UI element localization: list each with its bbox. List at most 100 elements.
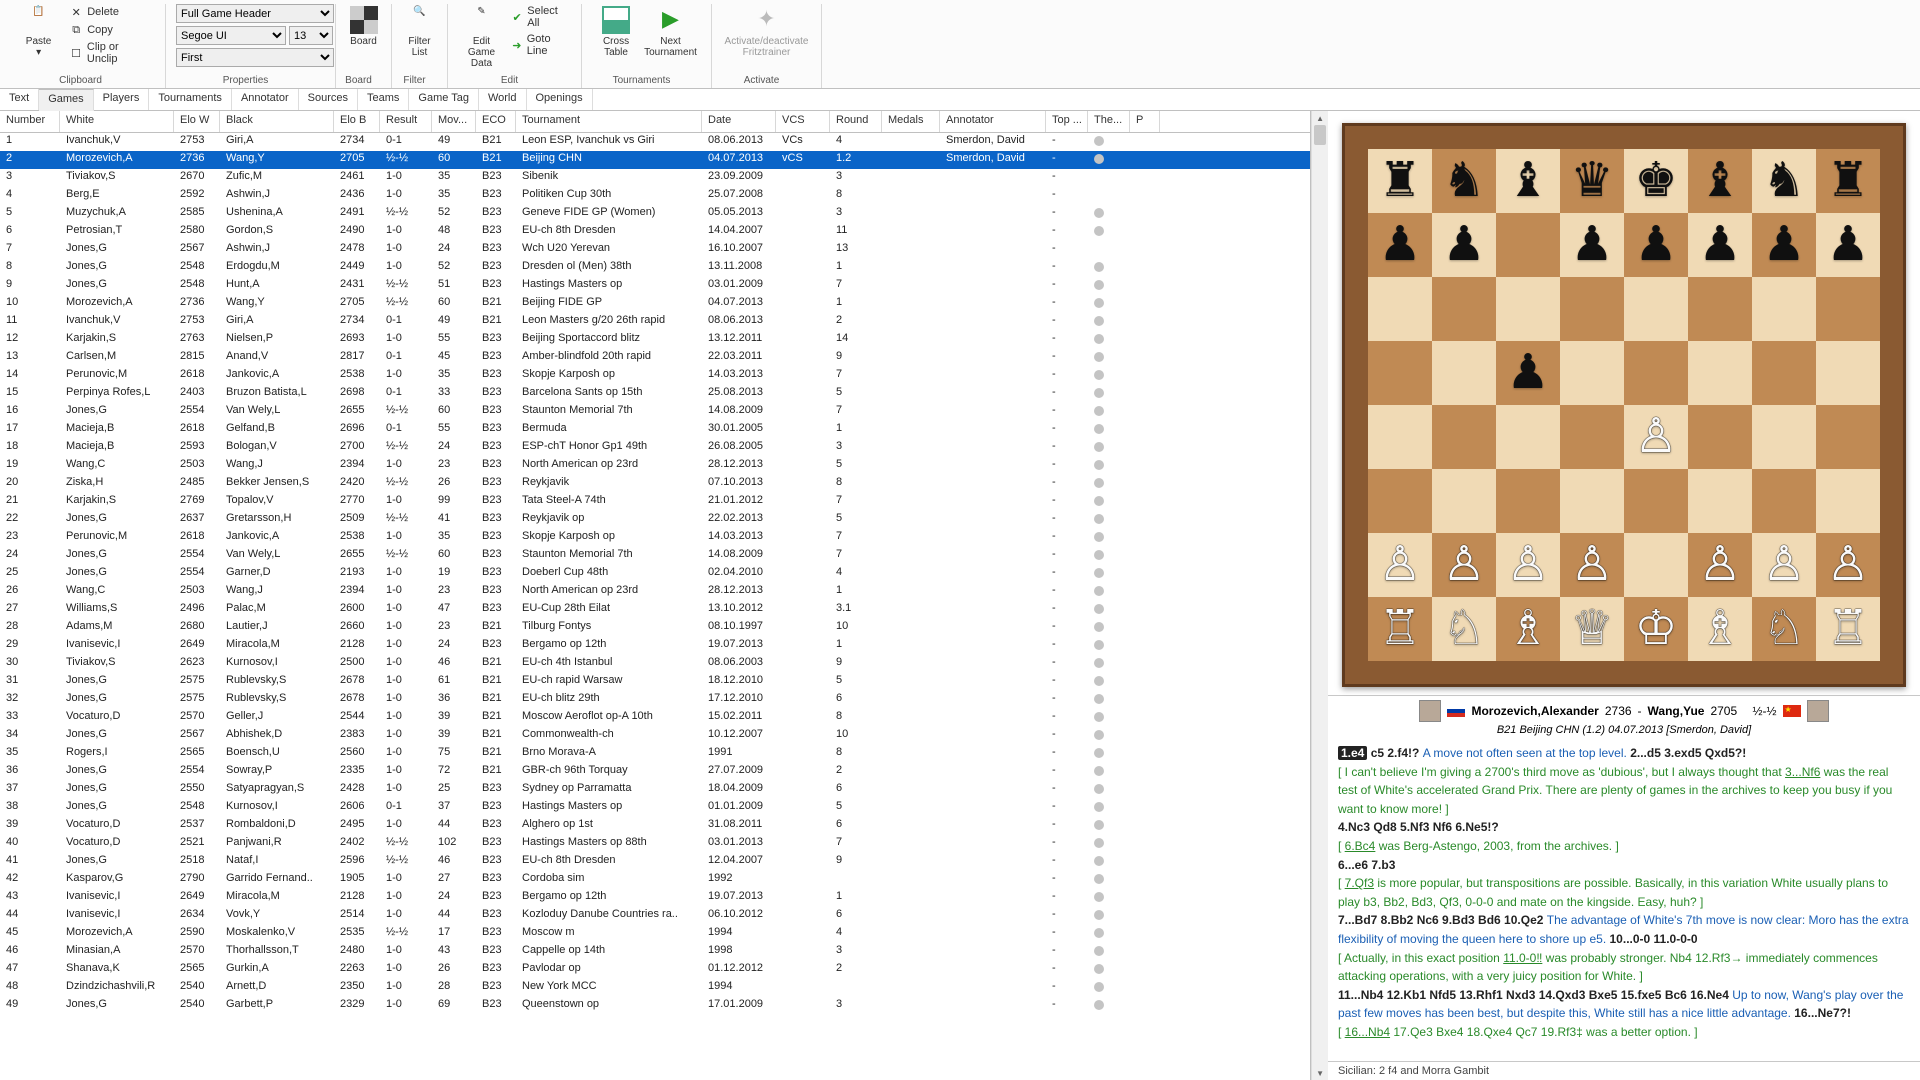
- table-row[interactable]: 39Vocaturo,D2537Rombaldoni,D24951-044B23…: [0, 817, 1310, 835]
- crosstable-button[interactable]: Cross Table: [592, 4, 640, 58]
- delete-button[interactable]: ✕Delete: [65, 4, 155, 20]
- tab-openings[interactable]: Openings: [527, 89, 593, 110]
- ribbon: 📋 Paste▾ ✕Delete ⧉Copy ☐Clip or Unclip C…: [0, 0, 1920, 89]
- scroll-down-icon[interactable]: ▼: [1312, 1066, 1328, 1080]
- col-header[interactable]: P: [1130, 111, 1160, 132]
- table-row[interactable]: 26Wang,C2503Wang,J23941-023B23North Amer…: [0, 583, 1310, 601]
- col-header[interactable]: VCS: [776, 111, 830, 132]
- table-row[interactable]: 38Jones,G2548Kurnosov,I26060-137B23Hasti…: [0, 799, 1310, 817]
- col-header[interactable]: Medals: [882, 111, 940, 132]
- style-select[interactable]: Full Game Header: [176, 4, 334, 23]
- tab-text[interactable]: Text: [0, 89, 39, 110]
- col-header[interactable]: Elo W: [174, 111, 220, 132]
- col-header[interactable]: Black: [220, 111, 334, 132]
- table-row[interactable]: 48Dzindzichashvili,R2540Arnett,D23501-02…: [0, 979, 1310, 997]
- table-row[interactable]: 44Ivanisevic,I2634Vovk,Y25141-044B23Kozl…: [0, 907, 1310, 925]
- editgame-button[interactable]: ✎ Edit Game Data: [458, 4, 505, 69]
- board-button[interactable]: Board: [346, 4, 381, 47]
- tab-sources[interactable]: Sources: [299, 89, 358, 110]
- table-row[interactable]: 13Carlsen,M2815Anand,V28170-145B23Amber-…: [0, 349, 1310, 367]
- table-row[interactable]: 5Muzychuk,A2585Ushenina,A2491½-½52B23Gen…: [0, 205, 1310, 223]
- table-row[interactable]: 29Ivanisevic,I2649Miracola,M21281-024B23…: [0, 637, 1310, 655]
- table-row[interactable]: 47Shanava,K2565Gurkin,A22631-026B23Pavlo…: [0, 961, 1310, 979]
- col-header[interactable]: Tournament: [516, 111, 702, 132]
- table-row[interactable]: 8Jones,G2548Erdogdu,M24491-052B23Dresden…: [0, 259, 1310, 277]
- table-row[interactable]: 4Berg,E2592Ashwin,J24361-035B23Politiken…: [0, 187, 1310, 205]
- gotoline-button[interactable]: ➜Goto Line: [507, 32, 571, 58]
- table-row[interactable]: 20Ziska,H2485Bekker Jensen,S2420½-½26B23…: [0, 475, 1310, 493]
- scrollbar[interactable]: ▲ ▼: [1311, 111, 1328, 1080]
- table-row[interactable]: 1Ivanchuk,V2753Giri,A27340-149B21Leon ES…: [0, 133, 1310, 151]
- table-row[interactable]: 45Morozevich,A2590Moskalenko,V2535½-½17B…: [0, 925, 1310, 943]
- table-row[interactable]: 40Vocaturo,D2521Panjwani,R2402½-½102B23H…: [0, 835, 1310, 853]
- scroll-up-icon[interactable]: ▲: [1312, 111, 1328, 125]
- table-row[interactable]: 19Wang,C2503Wang,J23941-023B23North Amer…: [0, 457, 1310, 475]
- col-header[interactable]: Date: [702, 111, 776, 132]
- table-row[interactable]: 17Macieja,B2618Gelfand,B26960-155B23Berm…: [0, 421, 1310, 439]
- table-row[interactable]: 3Tiviakov,S2670Zufic,M24611-035B23Sibeni…: [0, 169, 1310, 187]
- size-select[interactable]: 13: [289, 26, 333, 45]
- table-row[interactable]: 16Jones,G2554Van Wely,L2655½-½60B23Staun…: [0, 403, 1310, 421]
- table-row[interactable]: 21Karjakin,S2769Topalov,V27701-099B23Tat…: [0, 493, 1310, 511]
- table-row[interactable]: 41Jones,G2518Nataf,I2596½-½46B23EU-ch 8t…: [0, 853, 1310, 871]
- table-row[interactable]: 36Jones,G2554Sowray,P23351-072B21GBR-ch …: [0, 763, 1310, 781]
- tab-players[interactable]: Players: [94, 89, 150, 110]
- table-row[interactable]: 35Rogers,I2565Boensch,U25601-075B21Brno …: [0, 745, 1310, 763]
- table-row[interactable]: 11Ivanchuk,V2753Giri,A27340-149B21Leon M…: [0, 313, 1310, 331]
- filter-button[interactable]: 🔍 Filter List: [402, 4, 437, 58]
- table-row[interactable]: 12Karjakin,S2763Nielsen,P26931-055B23Bei…: [0, 331, 1310, 349]
- chessboard[interactable]: ♜♞♝♛♚♝♞♜♟♟♟♟♟♟♟♟♙♙♙♙♙♙♙♙♖♘♗♕♔♗♘♖: [1342, 123, 1906, 687]
- tab-game-tag[interactable]: Game Tag: [409, 89, 479, 110]
- table-row[interactable]: 23Perunovic,M2618Jankovic,A25381-035B23S…: [0, 529, 1310, 547]
- table-row[interactable]: 10Morozevich,A2736Wang,Y2705½-½60B21Beij…: [0, 295, 1310, 313]
- nexttourn-button[interactable]: ▶ Next Tournament: [640, 4, 701, 58]
- col-header[interactable]: The...: [1088, 111, 1130, 132]
- notation-pane[interactable]: 1.e4 c5 2.f4!? A move not often seen at …: [1328, 740, 1920, 1061]
- table-row[interactable]: 14Perunovic,M2618Jankovic,A25381-035B23S…: [0, 367, 1310, 385]
- tab-world[interactable]: World: [479, 89, 527, 110]
- tab-games[interactable]: Games: [39, 89, 93, 111]
- table-row[interactable]: 6Petrosian,T2580Gordon,S24901-048B23EU-c…: [0, 223, 1310, 241]
- tab-tournaments[interactable]: Tournaments: [149, 89, 232, 110]
- table-row[interactable]: 27Williams,S2496Palac,M26001-047B23EU-Cu…: [0, 601, 1310, 619]
- table-row[interactable]: 46Minasian,A2570Thorhallsson,T24801-043B…: [0, 943, 1310, 961]
- selectall-button[interactable]: ✔Select All: [507, 4, 571, 30]
- scroll-thumb[interactable]: [1314, 125, 1326, 145]
- copy-button[interactable]: ⧉Copy: [65, 22, 155, 38]
- tab-teams[interactable]: Teams: [358, 89, 409, 110]
- tab-annotator[interactable]: Annotator: [232, 89, 299, 110]
- table-row[interactable]: 34Jones,G2567Abhishek,D23831-039B21Commo…: [0, 727, 1310, 745]
- table-row[interactable]: 25Jones,G2554Garner,D21931-019B23Doeberl…: [0, 565, 1310, 583]
- table-row[interactable]: 30Tiviakov,S2623Kurnosov,I25001-046B21EU…: [0, 655, 1310, 673]
- table-row[interactable]: 33Vocaturo,D2570Geller,J25441-039B21Mosc…: [0, 709, 1310, 727]
- check-icon: ✔: [511, 10, 523, 24]
- col-header[interactable]: Elo B: [334, 111, 380, 132]
- table-row[interactable]: 49Jones,G2540Garbett,P23291-069B23Queens…: [0, 997, 1310, 1015]
- table-row[interactable]: 9Jones,G2548Hunt,A2431½-½51B23Hastings M…: [0, 277, 1310, 295]
- table-row[interactable]: 32Jones,G2575Rublevsky,S26781-036B21EU-c…: [0, 691, 1310, 709]
- font-select[interactable]: Segoe UI: [176, 26, 286, 45]
- col-header[interactable]: Round: [830, 111, 882, 132]
- paste-button[interactable]: 📋 Paste▾: [16, 4, 61, 58]
- col-header[interactable]: Result: [380, 111, 432, 132]
- table-row[interactable]: 22Jones,G2637Gretarsson,H2509½-½41B23Rey…: [0, 511, 1310, 529]
- table-row[interactable]: 7Jones,G2567Ashwin,J24781-024B23Wch U20 …: [0, 241, 1310, 259]
- col-header[interactable]: Mov...: [432, 111, 476, 132]
- table-row[interactable]: 42Kasparov,G2790Garrido Fernand..19051-0…: [0, 871, 1310, 889]
- col-header[interactable]: Top ...: [1046, 111, 1088, 132]
- row-select[interactable]: First: [176, 48, 334, 67]
- table-row[interactable]: 2Morozevich,A2736Wang,Y2705½-½60B21Beiji…: [0, 151, 1310, 169]
- table-row[interactable]: 43Ivanisevic,I2649Miracola,M21281-024B23…: [0, 889, 1310, 907]
- table-row[interactable]: 37Jones,G2550Satyapragyan,S24281-025B23S…: [0, 781, 1310, 799]
- col-header[interactable]: Annotator: [940, 111, 1046, 132]
- table-row[interactable]: 24Jones,G2554Van Wely,L2655½-½60B23Staun…: [0, 547, 1310, 565]
- clip-button[interactable]: ☐Clip or Unclip: [65, 40, 155, 66]
- table-row[interactable]: 15Perpinya Rofes,L2403Bruzon Batista,L26…: [0, 385, 1310, 403]
- table-row[interactable]: 18Macieja,B2593Bologan,V2700½-½24B23ESP-…: [0, 439, 1310, 457]
- col-header[interactable]: ECO: [476, 111, 516, 132]
- col-header[interactable]: White: [60, 111, 174, 132]
- table-row[interactable]: 31Jones,G2575Rublevsky,S26781-061B21EU-c…: [0, 673, 1310, 691]
- activate-button[interactable]: ✦ Activate/deactivate Fritztrainer: [722, 4, 811, 58]
- col-header[interactable]: Number: [0, 111, 60, 132]
- table-row[interactable]: 28Adams,M2680Lautier,J26601-023B21Tilbur…: [0, 619, 1310, 637]
